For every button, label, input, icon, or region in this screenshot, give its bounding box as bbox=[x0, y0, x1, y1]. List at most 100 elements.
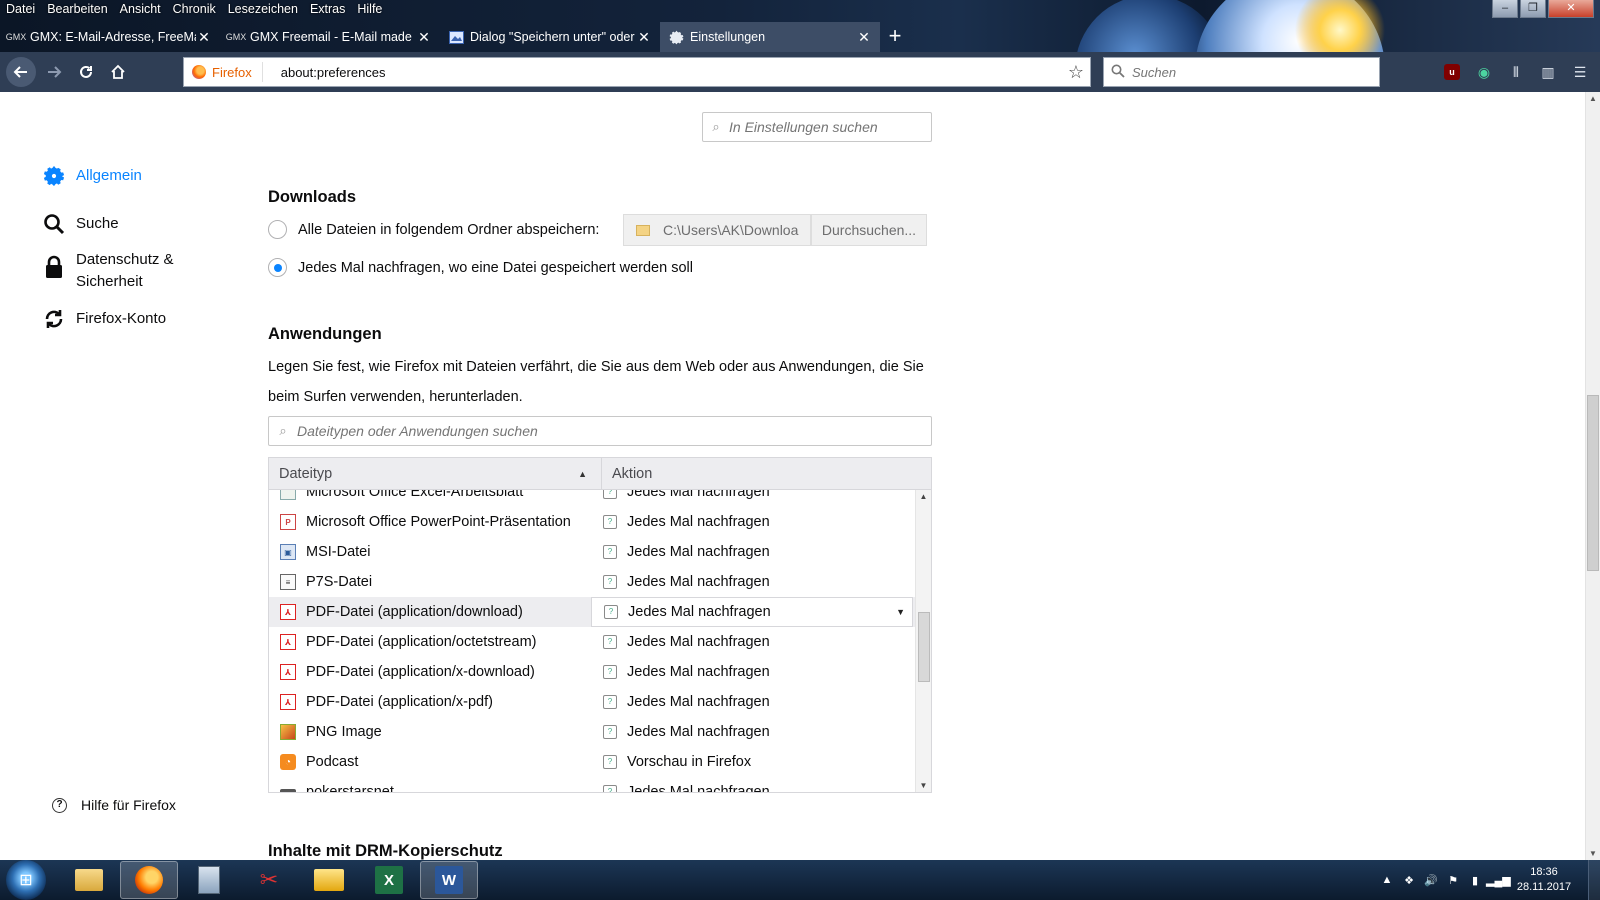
menu-chronik[interactable]: Chronik bbox=[167, 0, 222, 20]
menu-bearbeiten[interactable]: Bearbeiten bbox=[41, 0, 113, 20]
taskbar-explorer[interactable] bbox=[60, 861, 118, 899]
browser-titlebar: Datei Bearbeiten Ansicht Chronik Lesezei… bbox=[0, 0, 1600, 92]
file-type: PNG Image bbox=[306, 724, 382, 740]
always-ask-radio[interactable] bbox=[268, 258, 287, 277]
window-controls: – ❐ ✕ bbox=[1492, 0, 1594, 18]
identity-box[interactable]: Firefox bbox=[184, 62, 263, 82]
taskbar-word[interactable]: W bbox=[420, 861, 478, 899]
eye-icon: ◉ bbox=[1477, 63, 1491, 80]
new-tab-button[interactable]: + bbox=[880, 22, 910, 52]
taskbar-snipping-tool[interactable]: ✂ bbox=[240, 861, 298, 899]
table-row[interactable]: Microsoft Office Excel-Arbeitsblatt ? Jed… bbox=[269, 490, 915, 507]
save-to-folder-option[interactable]: Alle Dateien in folgendem Ordner abspeic… bbox=[268, 220, 599, 239]
table-row[interactable]: ⅄ PDF-Datei (application/x-pdf) ? Jedes Ma… bbox=[269, 687, 915, 717]
menu-ansicht[interactable]: Ansicht bbox=[114, 0, 167, 20]
action-dropdown[interactable]: ? Jedes Mal nachfragen ▼ bbox=[591, 597, 913, 627]
clock[interactable]: 18:36 28.11.2017 bbox=[1508, 865, 1580, 895]
category-firefox-konto[interactable]: Firefox-Konto bbox=[42, 307, 242, 341]
category-label: Datenschutz & Sicherheit bbox=[76, 251, 174, 290]
file-type: Podcast bbox=[306, 754, 359, 770]
battery-icon[interactable]: ▮ bbox=[1464, 874, 1486, 887]
taskbar-firefox[interactable] bbox=[120, 861, 178, 899]
start-button[interactable]: ⊞ bbox=[6, 860, 46, 900]
sync-icon bbox=[42, 307, 66, 331]
menu-lesezeichen[interactable]: Lesezeichen bbox=[222, 0, 304, 20]
scroll-down-icon[interactable]: ▼ bbox=[1586, 849, 1600, 858]
library-button[interactable]: ⫴ bbox=[1502, 57, 1530, 87]
download-folder-field: C:\Users\AK\Downloa bbox=[623, 214, 811, 246]
menu-hilfe[interactable]: Hilfe bbox=[351, 0, 388, 20]
minimize-button[interactable]: – bbox=[1492, 0, 1518, 18]
taskbar-excel[interactable]: X bbox=[360, 861, 418, 899]
column-header-aktion[interactable]: Aktion bbox=[602, 458, 931, 489]
home-button[interactable] bbox=[102, 56, 134, 88]
clock-date: 28.11.2017 bbox=[1516, 881, 1572, 893]
scroll-up-icon[interactable]: ▲ bbox=[1586, 94, 1600, 103]
tab-gmx-freemail[interactable]: GMX GMX Freemail - E-Mail made in ✕ bbox=[220, 22, 440, 52]
url-bar[interactable]: Firefox about:preferences ☆ bbox=[183, 57, 1091, 87]
tray-expand-icon[interactable]: ▲ bbox=[1376, 874, 1398, 886]
dropbox-icon[interactable]: ❖ bbox=[1398, 874, 1420, 887]
table-row[interactable]: pokerstarsnet ? Jedes Mal nachfragen bbox=[269, 777, 915, 792]
page-scrollbar[interactable]: ▲ ▼ bbox=[1585, 92, 1600, 860]
extension-eye-button[interactable]: ◉ bbox=[1470, 57, 1498, 87]
close-tab-icon[interactable]: ✕ bbox=[196, 29, 212, 46]
web-search-input[interactable] bbox=[1132, 64, 1362, 80]
menu-datei[interactable]: Datei bbox=[0, 0, 41, 20]
always-ask-option[interactable]: Jedes Mal nachfragen, wo eine Datei gesp… bbox=[268, 258, 693, 277]
volume-icon[interactable]: 🔊 bbox=[1420, 874, 1442, 887]
scroll-up-icon[interactable]: ▲ bbox=[916, 492, 931, 501]
tab-einstellungen[interactable]: Einstellungen ✕ bbox=[660, 22, 880, 52]
table-row[interactable]: PNG Image ? Jedes Mal nachfragen bbox=[269, 717, 915, 747]
close-window-button[interactable]: ✕ bbox=[1548, 0, 1594, 18]
url-text[interactable]: about:preferences bbox=[263, 65, 1062, 80]
reload-button[interactable] bbox=[70, 56, 102, 88]
table-row[interactable]: ⅄ PDF-Datei (application/x-download) ? Jed… bbox=[269, 657, 915, 687]
tab-dialog-speichern[interactable]: Dialog "Speichern unter" oder ✕ bbox=[440, 22, 660, 52]
taskbar-mail[interactable] bbox=[300, 861, 358, 899]
table-row-selected[interactable]: ⅄ PDF-Datei (application/download) ? Jedes… bbox=[269, 597, 915, 627]
filetype-search-input[interactable] bbox=[297, 423, 917, 439]
help-link[interactable]: ? Hilfe für Firefox bbox=[52, 797, 176, 813]
page-scroll-thumb[interactable] bbox=[1587, 395, 1599, 571]
category-datenschutz[interactable]: Datenschutz & Sicherheit bbox=[42, 249, 242, 307]
show-desktop-button[interactable] bbox=[1588, 860, 1600, 900]
save-to-folder-radio[interactable] bbox=[268, 220, 287, 239]
close-tab-icon[interactable]: ✕ bbox=[636, 29, 652, 46]
table-row[interactable]: ≡ P7S-Datei ? Jedes Mal nachfragen bbox=[269, 567, 915, 597]
column-header-dateityp[interactable]: Dateityp ▲ bbox=[269, 458, 602, 489]
sort-ascending-icon: ▲ bbox=[578, 468, 587, 479]
table-scrollbar[interactable]: ▲ ▼ bbox=[915, 490, 931, 792]
drm-heading: Inhalte mit DRM-Kopierschutz bbox=[268, 842, 503, 860]
close-tab-icon[interactable]: ✕ bbox=[416, 29, 432, 46]
table-row[interactable]: ▣ MSI-Datei ? Jedes Mal nachfragen bbox=[269, 537, 915, 567]
network-icon[interactable]: ▂▄▆ bbox=[1486, 874, 1511, 887]
tab-strip: GMX GMX: E-Mail-Adresse, FreeMail ✕ GMX … bbox=[0, 22, 1600, 52]
table-scroll-thumb[interactable] bbox=[918, 612, 930, 682]
back-button[interactable] bbox=[6, 57, 36, 87]
filetype-search[interactable]: ⌕ bbox=[268, 416, 932, 446]
action-center-flag-icon[interactable]: ⚑ bbox=[1442, 874, 1464, 887]
preferences-search-input[interactable] bbox=[729, 119, 924, 135]
ublock-button[interactable]: u bbox=[1438, 57, 1466, 87]
menu-extras[interactable]: Extras bbox=[304, 0, 351, 20]
forward-button[interactable] bbox=[38, 56, 70, 88]
taskbar-calculator[interactable] bbox=[180, 861, 238, 899]
table-row[interactable]: P Microsoft Office PowerPoint-Präsentatio… bbox=[269, 507, 915, 537]
bookmark-star-icon[interactable]: ☆ bbox=[1062, 62, 1090, 83]
tab-gmx-email[interactable]: GMX GMX: E-Mail-Adresse, FreeMail ✕ bbox=[0, 22, 220, 52]
sidebar-button[interactable]: ▥ bbox=[1534, 57, 1562, 87]
restore-button[interactable]: ❐ bbox=[1520, 0, 1546, 18]
menu-button[interactable]: ☰ bbox=[1566, 57, 1594, 87]
close-tab-icon[interactable]: ✕ bbox=[856, 29, 872, 46]
sidebar-icon: ▥ bbox=[1541, 63, 1555, 80]
category-suche[interactable]: Suche bbox=[42, 212, 242, 249]
scroll-down-icon[interactable]: ▼ bbox=[916, 781, 931, 790]
table-row[interactable]: ◔ Podcast ? Vorschau in Firefox bbox=[269, 747, 915, 777]
browse-button[interactable]: Durchsuchen... bbox=[811, 214, 927, 246]
preferences-search[interactable]: ⌕ bbox=[702, 112, 932, 142]
table-row[interactable]: ⅄ PDF-Datei (application/octetstream) ? Je… bbox=[269, 627, 915, 657]
category-allgemein[interactable]: Allgemein bbox=[42, 164, 242, 212]
search-icon bbox=[42, 212, 66, 236]
web-search-bar[interactable] bbox=[1103, 57, 1380, 87]
